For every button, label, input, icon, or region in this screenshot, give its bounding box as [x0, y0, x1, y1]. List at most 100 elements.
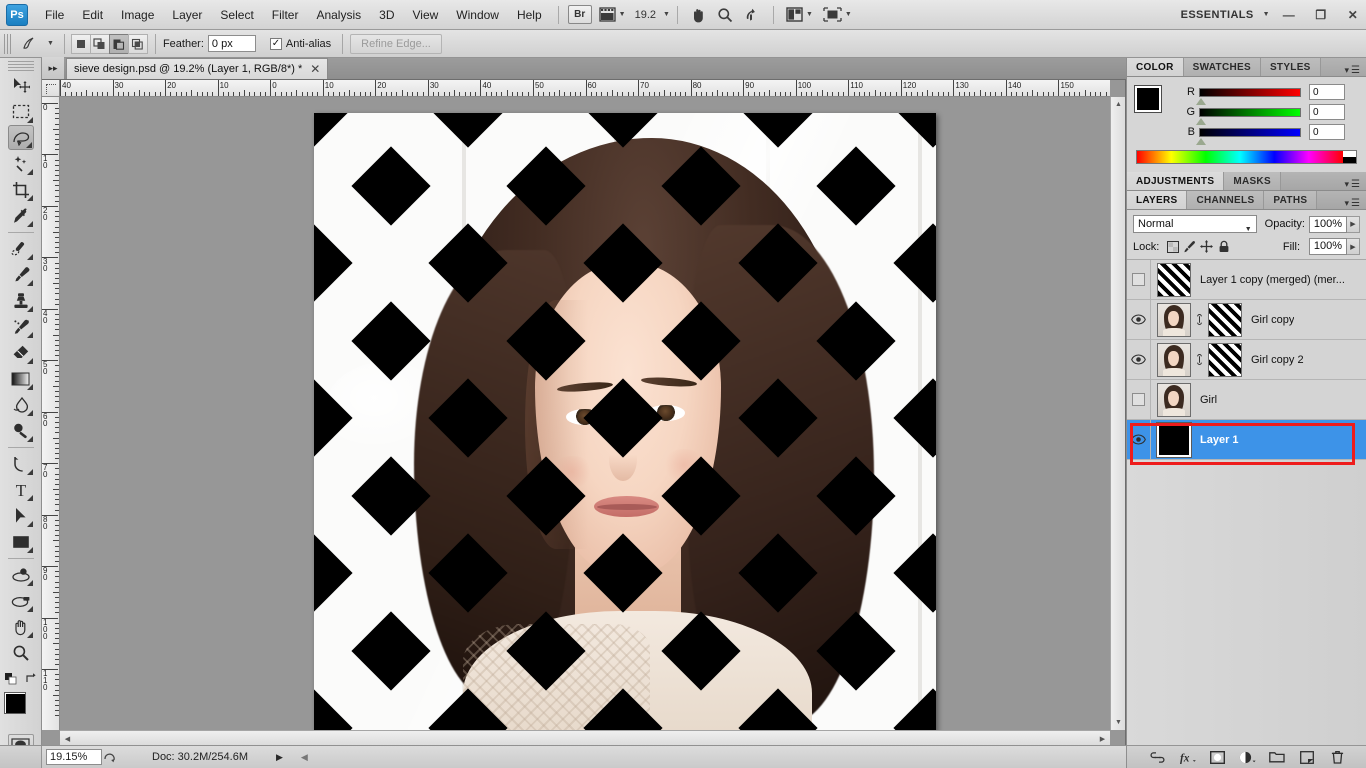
layer-thumbnail[interactable] — [1157, 342, 1191, 377]
menu-help[interactable]: Help — [508, 4, 551, 26]
menu-file[interactable]: File — [36, 4, 73, 26]
channel-value-g[interactable]: 0 — [1309, 104, 1345, 120]
eraser-tool[interactable] — [8, 340, 34, 365]
mask-link-icon[interactable] — [1194, 353, 1205, 366]
scroll-left-icon[interactable]: ◀ — [60, 731, 75, 746]
layer-row[interactable]: Girl copy 2 — [1127, 340, 1366, 380]
image-canvas[interactable] — [314, 113, 936, 730]
spectrum-bar[interactable] — [1137, 151, 1343, 163]
fill-input[interactable]: 100% — [1309, 238, 1347, 255]
lasso-tool[interactable] — [7, 125, 34, 150]
horizontal-type-tool[interactable]: T — [8, 477, 34, 502]
close-button[interactable]: ✕ — [1340, 5, 1366, 25]
color-panel-swatches[interactable] — [1134, 85, 1177, 124]
options-bar-grip[interactable] — [4, 33, 13, 54]
tab-paths[interactable]: PATHS — [1264, 191, 1318, 209]
document-tab[interactable]: sieve design.psd @ 19.2% (Layer 1, RGB/8… — [66, 58, 329, 79]
hand-tool[interactable] — [8, 614, 34, 639]
rectangle-tool[interactable] — [8, 529, 34, 554]
swap-colors-icon[interactable] — [25, 672, 38, 685]
refine-edge-button[interactable]: Refine Edge... — [350, 33, 442, 54]
feather-input[interactable]: 0 px — [207, 35, 256, 52]
layer-visibility-off-icon[interactable] — [1127, 260, 1151, 299]
restore-button[interactable]: ❐ — [1308, 5, 1334, 25]
color-swatches[interactable] — [3, 692, 38, 726]
color-slider-g[interactable]: G0 — [1183, 104, 1360, 125]
zoom-icon[interactable] — [714, 4, 737, 25]
slider-thumb[interactable] — [1196, 137, 1206, 145]
blur-tool[interactable] — [8, 392, 34, 417]
layer-thumbnail[interactable] — [1157, 262, 1191, 297]
quick-selection-tool[interactable] — [8, 151, 34, 176]
layer-row[interactable]: Layer 1 — [1127, 420, 1366, 460]
foreground-color-swatch[interactable] — [1134, 85, 1162, 113]
tab-styles[interactable]: STYLES — [1260, 58, 1321, 76]
panel-menu-icon[interactable]: ▾ ☰ — [1345, 198, 1366, 209]
foreground-color-swatch[interactable] — [3, 692, 26, 714]
scroll-right-icon[interactable]: ▶ — [1095, 731, 1110, 746]
tab-channels[interactable]: CHANNELS — [1187, 191, 1265, 209]
tab-swatches[interactable]: SWATCHES — [1183, 58, 1261, 76]
close-icon[interactable]: ✕ — [310, 62, 320, 76]
3d-camera-rotate-tool[interactable] — [8, 588, 34, 613]
add-to-selection-button[interactable] — [89, 33, 110, 54]
new-group-icon[interactable] — [1269, 749, 1286, 766]
slider-thumb[interactable] — [1196, 117, 1206, 125]
new-adjustment-layer-icon[interactable] — [1239, 749, 1256, 766]
intersect-with-selection-button[interactable] — [127, 33, 148, 54]
gradient-tool[interactable] — [8, 366, 34, 391]
antialias-checkbox[interactable]: ✓ Anti-alias — [269, 37, 335, 50]
slider-track-b[interactable] — [1196, 127, 1301, 145]
color-slider-r[interactable]: R0 — [1183, 84, 1360, 105]
minimize-button[interactable]: — — [1276, 5, 1302, 25]
layer-thumbnail[interactable] — [1156, 421, 1192, 458]
zoom-percent-input[interactable]: 19.15% — [46, 749, 102, 765]
subtract-from-selection-button[interactable] — [108, 33, 129, 54]
eyedropper-tool[interactable] — [8, 203, 34, 228]
menu-select[interactable]: Select — [211, 4, 262, 26]
lock-position-icon[interactable] — [1198, 239, 1215, 255]
tab-color[interactable]: COLOR — [1127, 58, 1184, 76]
default-colors-icon[interactable] — [4, 672, 17, 685]
canvas-viewport[interactable] — [60, 97, 1110, 730]
layer-thumbnail[interactable] — [1157, 382, 1191, 417]
layer-thumbnail[interactable] — [1157, 302, 1191, 337]
menu-filter[interactable]: Filter — [263, 4, 308, 26]
3d-object-rotate-tool[interactable] — [8, 562, 34, 587]
scroll-down-icon[interactable]: ▼ — [1111, 715, 1126, 730]
workspace-switcher[interactable]: ESSENTIALS ▼ — ❐ ✕ — [1181, 5, 1366, 25]
menu-window[interactable]: Window — [447, 4, 508, 26]
layer-visibility-off-icon[interactable] — [1127, 380, 1151, 419]
status-options-icon[interactable] — [102, 749, 116, 765]
color-spectrum-ramp[interactable] — [1136, 150, 1357, 164]
menu-edit[interactable]: Edit — [73, 4, 112, 26]
slider-track-g[interactable] — [1196, 107, 1301, 125]
hand-icon[interactable] — [687, 4, 710, 25]
layer-visibility-eye-icon[interactable] — [1127, 340, 1151, 379]
arrange-documents-icon[interactable]: ▼ — [783, 4, 816, 25]
layer-row[interactable]: Layer 1 copy (merged) (mer... — [1127, 260, 1366, 300]
ruler-origin[interactable] — [42, 80, 60, 97]
status-scroll-left-icon[interactable]: ◀ — [301, 752, 308, 763]
mini-bridge-icon[interactable]: ▼ — [596, 4, 629, 25]
rectangular-marquee-tool[interactable] — [8, 99, 34, 124]
chevron-down-icon[interactable]: ▼ — [663, 11, 670, 18]
layer-row[interactable]: Girl copy — [1127, 300, 1366, 340]
collapse-panels-icon[interactable]: ▸▸ — [42, 57, 64, 79]
lock-all-icon[interactable] — [1215, 239, 1232, 255]
spot-healing-brush-tool[interactable] — [8, 236, 34, 261]
menu-analysis[interactable]: Analysis — [307, 4, 370, 26]
channel-value-b[interactable]: 0 — [1309, 124, 1345, 140]
layer-mask-thumbnail[interactable] — [1208, 342, 1242, 377]
bridge-icon[interactable]: Br — [567, 5, 592, 24]
slider-track-r[interactable] — [1196, 87, 1301, 105]
tools-panel-grip[interactable] — [7, 61, 34, 71]
menu-view[interactable]: View — [403, 4, 447, 26]
panel-menu-icon[interactable]: ▾ ☰ — [1345, 179, 1366, 190]
dodge-tool[interactable] — [8, 418, 34, 443]
tab-layers[interactable]: LAYERS — [1127, 191, 1188, 209]
menu-layer[interactable]: Layer — [163, 4, 211, 26]
panel-menu-icon[interactable]: ▾ ☰ — [1345, 65, 1366, 76]
screen-mode-icon[interactable]: ▼ — [820, 4, 855, 25]
layer-mask-thumbnail[interactable] — [1208, 302, 1242, 337]
